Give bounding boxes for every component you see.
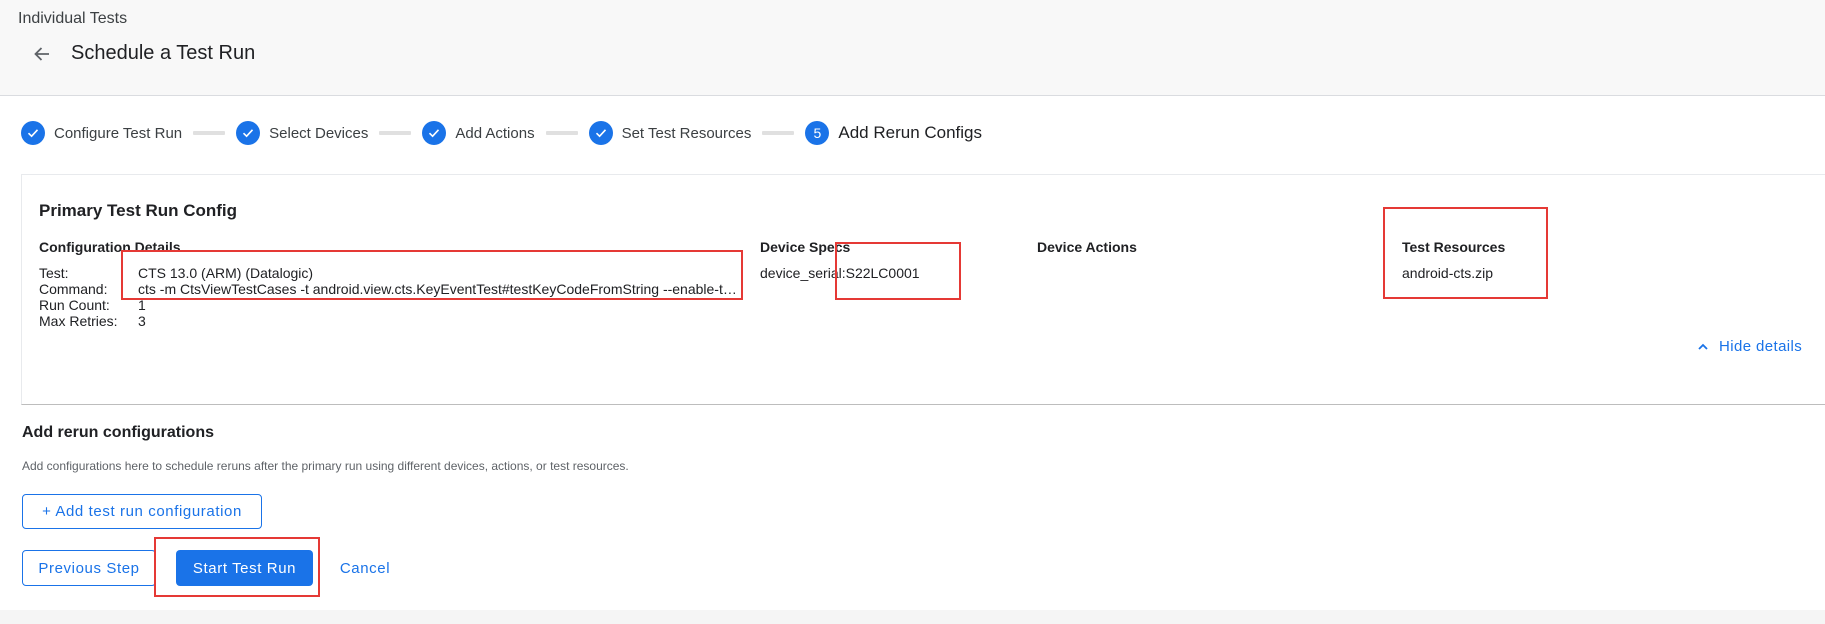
device-actions-heading: Device Actions xyxy=(1037,239,1137,255)
stepper: Configure Test Run Select Devices Add Ac… xyxy=(21,121,982,145)
card-title: Primary Test Run Config xyxy=(39,201,238,220)
step-connector xyxy=(379,131,412,135)
max-retries-value: 3 xyxy=(138,313,146,329)
check-icon xyxy=(588,121,613,145)
test-value: CTS 13.0 (ARM) (Datalogic) xyxy=(138,265,314,281)
step-select-devices[interactable]: Select Devices xyxy=(236,121,368,145)
step-configure-test-run[interactable]: Configure Test Run xyxy=(21,121,182,145)
hide-details-label: Hide details xyxy=(1719,338,1803,355)
step-label: Select Devices xyxy=(269,124,369,142)
step-connector xyxy=(762,131,795,135)
hide-details-button[interactable]: Hide details xyxy=(1697,338,1802,355)
page-header: Individual Tests Schedule a Test Run xyxy=(0,0,1825,96)
check-icon xyxy=(21,121,45,145)
page-title: Schedule a Test Run xyxy=(71,42,256,64)
rerun-section-title: Add rerun configurations xyxy=(22,424,214,441)
test-resources-value: android-cts.zip xyxy=(1402,265,1494,281)
device-specs-value: device_serial:S22LC0001 xyxy=(760,265,920,281)
arrow-back-icon xyxy=(34,47,49,61)
command-value: cts -m CtsViewTestCases -t android.view.… xyxy=(138,281,743,297)
step-set-test-resources[interactable]: Set Test Resources xyxy=(588,121,752,145)
command-label: Command: xyxy=(39,281,108,297)
max-retries-label: Max Retries: xyxy=(39,313,118,329)
rerun-section-description: Add configurations here to schedule reru… xyxy=(22,459,629,473)
test-resources-heading: Test Resources xyxy=(1402,239,1506,255)
cancel-button[interactable]: Cancel xyxy=(333,550,397,586)
run-count-value: 1 xyxy=(138,297,146,313)
start-test-run-button[interactable]: Start Test Run xyxy=(176,550,313,586)
configuration-details-heading: Configuration Details xyxy=(39,239,181,255)
previous-step-button[interactable]: Previous Step xyxy=(22,550,156,586)
step-add-rerun-configs[interactable]: 5 Add Rerun Configs xyxy=(805,121,982,145)
chevron-up-icon xyxy=(1697,341,1709,353)
breadcrumb[interactable]: Individual Tests xyxy=(18,10,127,28)
step-label: Configure Test Run xyxy=(54,124,183,142)
footer-strip xyxy=(0,610,1825,624)
step-label: Add Actions xyxy=(455,124,535,142)
step-add-actions[interactable]: Add Actions xyxy=(422,121,535,145)
step-number: 5 xyxy=(805,121,830,145)
step-label: Add Rerun Configs xyxy=(838,123,983,142)
test-label: Test: xyxy=(39,265,69,281)
check-icon xyxy=(236,121,261,145)
device-specs-heading: Device Specs xyxy=(760,239,851,255)
back-button[interactable] xyxy=(28,40,56,68)
step-label: Set Test Resources xyxy=(621,124,752,142)
run-count-label: Run Count: xyxy=(39,297,110,313)
step-connector xyxy=(193,131,226,135)
primary-config-card: Primary Test Run Config Configuration De… xyxy=(21,174,1825,405)
step-connector xyxy=(545,131,578,135)
add-test-run-configuration-button[interactable]: + Add test run configuration xyxy=(22,494,262,529)
check-icon xyxy=(422,121,447,145)
